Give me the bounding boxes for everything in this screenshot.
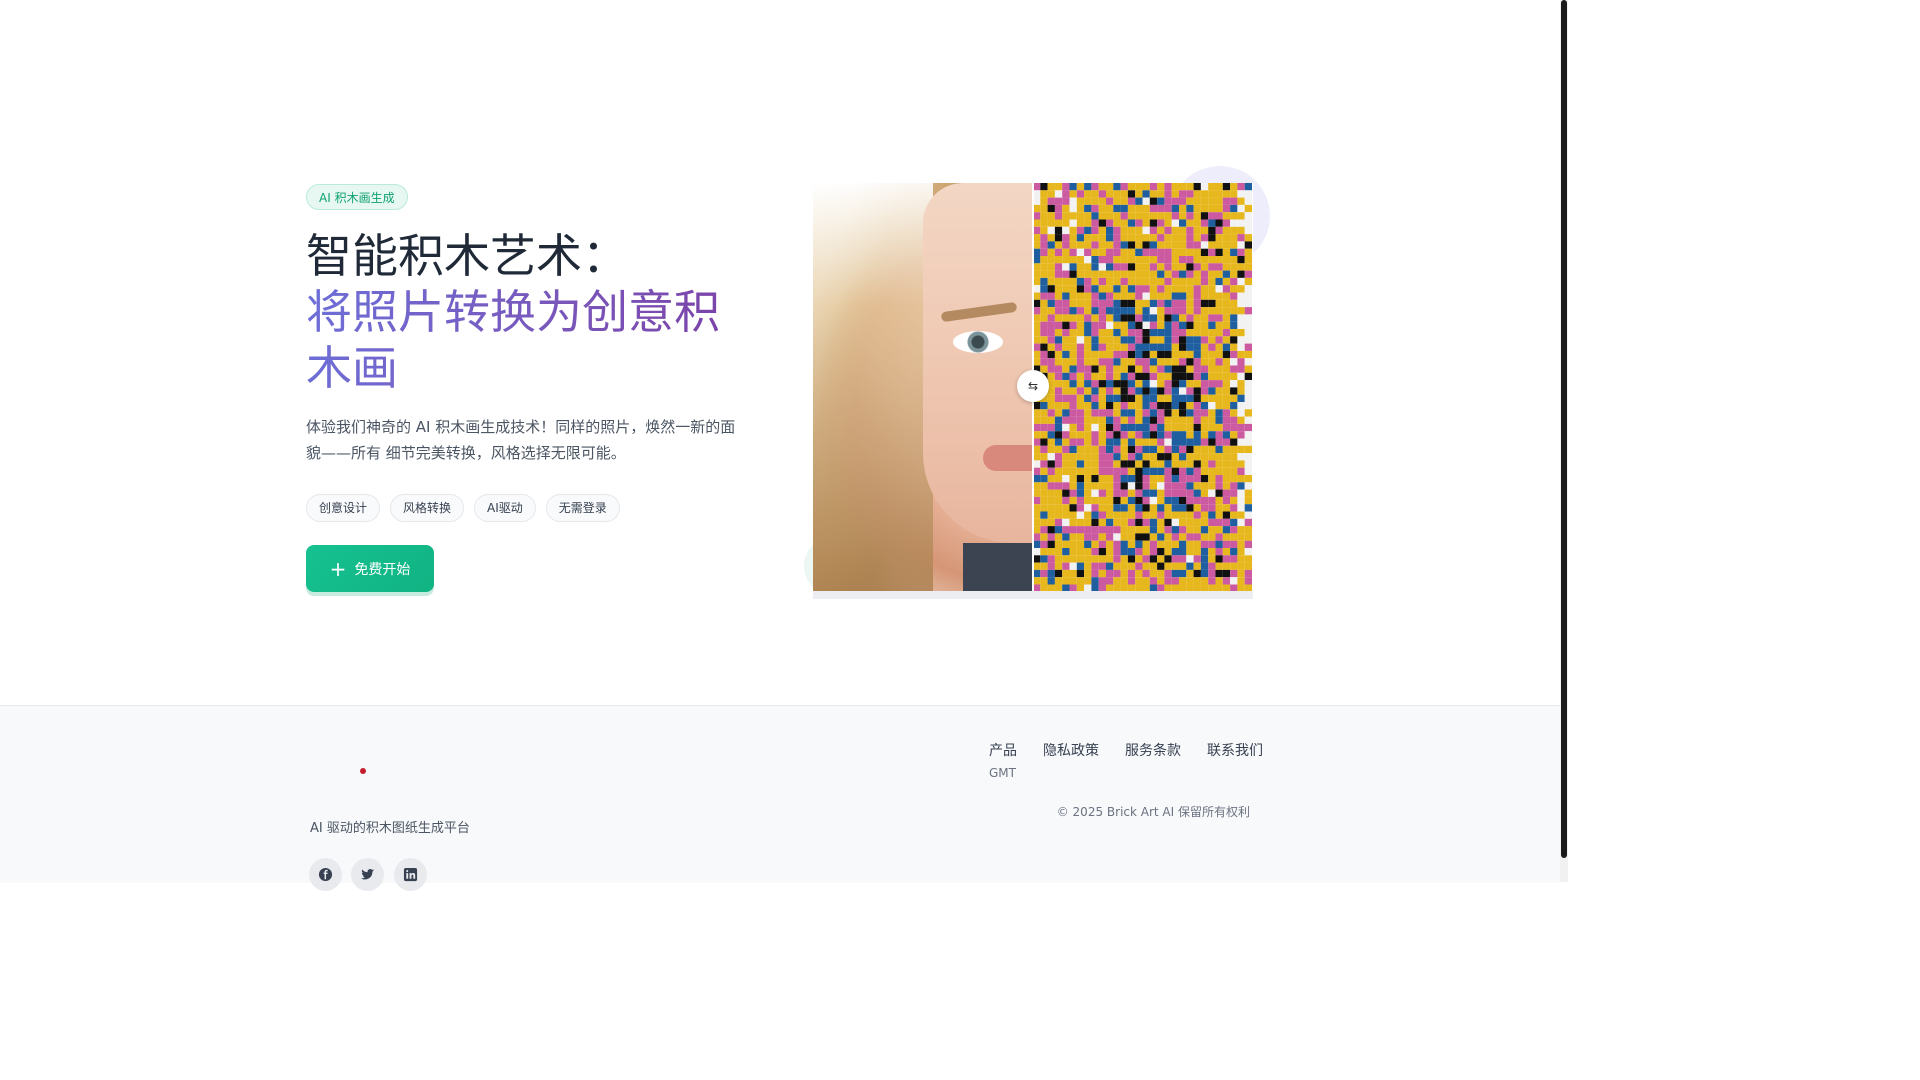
copyright: © 2025 Brick Art AI 保留所有权利 — [1056, 805, 1250, 819]
hero-description: 体验我们神奇的 AI 积木画生成技术！同样的照片，焕然一新的面貌——所有 细节完… — [306, 418, 736, 462]
hero-title-line1: 智能积木艺术： — [306, 229, 628, 283]
footer-link-terms[interactable]: 服务条款 — [1125, 740, 1181, 760]
tag-creative-design: 创意设计 — [306, 494, 381, 522]
twitter-icon[interactable] — [351, 858, 384, 891]
tag-ai-driven: AI驱动 — [474, 494, 536, 522]
footer-link-privacy[interactable]: 隐私政策 — [1043, 740, 1099, 760]
scrollbar[interactable] — [1560, 0, 1568, 882]
hero-badge: AI 积木画生成 — [306, 184, 408, 210]
footer-link-contact[interactable]: 联系我们 — [1207, 740, 1263, 760]
tag-no-login: 无需登录 — [545, 494, 620, 522]
footer-link-product[interactable]: 产品 — [989, 740, 1017, 760]
facebook-icon[interactable] — [309, 858, 342, 891]
footer — [0, 705, 1560, 883]
start-free-label: 免费开始 — [354, 561, 411, 578]
hero-title-line2: 将照片转换为创意积木画 — [306, 284, 746, 396]
hero-section: AI 积木画生成 智能积木艺术： 将照片转换为创意积木画 体验我们神奇的 AI … — [0, 0, 1560, 705]
scrollbar-thumb[interactable] — [1561, 0, 1567, 858]
start-free-button[interactable]: + 免费开始 — [306, 545, 434, 592]
footer-tagline: AI 驱动的积木图纸生成平台 — [310, 821, 470, 836]
linkedin-icon[interactable] — [394, 858, 427, 891]
tag-style-transfer: 风格转换 — [390, 494, 465, 522]
gmt-label: GMT — [989, 766, 1016, 780]
feature-tags: 创意设计 风格转换 AI驱动 无需登录 — [306, 494, 620, 522]
original-photo — [813, 183, 1033, 591]
logo[interactable] — [360, 768, 366, 774]
swap-icon[interactable]: ⇆ — [1017, 370, 1049, 402]
plus-icon: + — [329, 556, 347, 581]
footer-nav: 产品 隐私政策 服务条款 联系我们 — [989, 740, 1263, 760]
brick-art-image — [1033, 183, 1253, 591]
